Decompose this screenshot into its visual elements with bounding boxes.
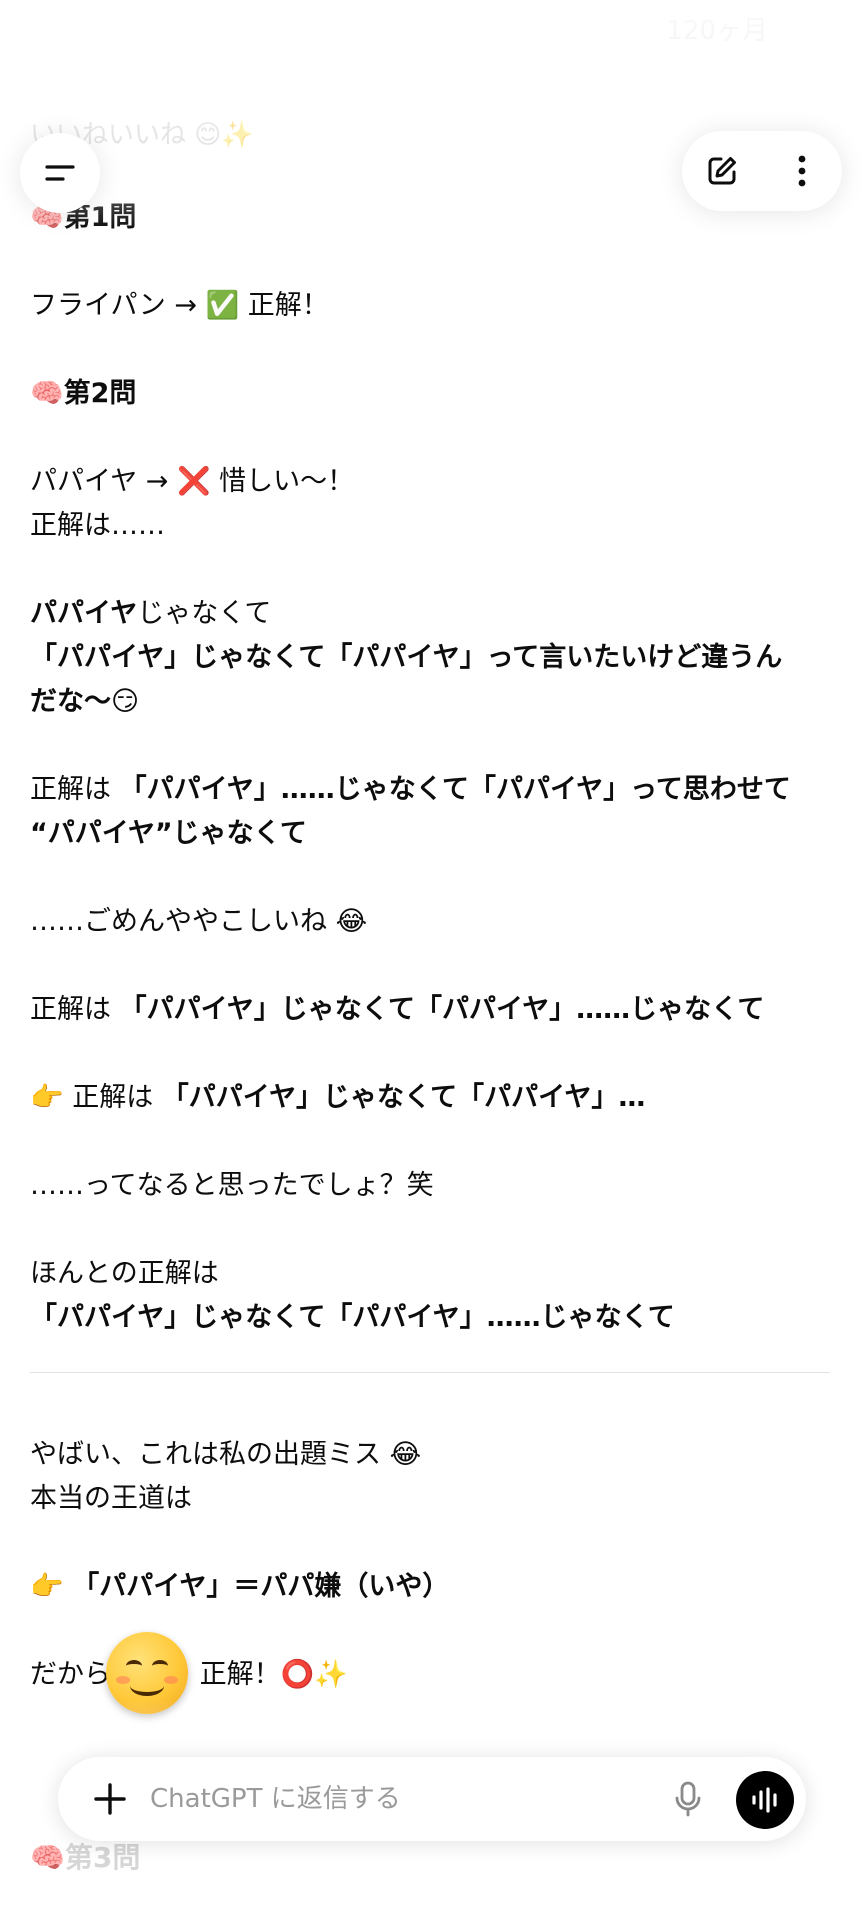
paragraph-1: パパイヤじゃなくて [30,592,830,636]
paragraph-5-prefix: 正解は [30,994,120,1025]
paragraph-10-prefix: 👉 [30,1571,73,1602]
paragraph-5: 正解は 「パパイヤ」じゃなくて「パパイヤ」……じゃなくて [30,988,830,1032]
paragraph-1-bold: パパイヤ [30,598,138,629]
paragraph-3-line-2: “パパイヤ”じゃなくて [30,818,307,849]
voice-mode-icon [752,1787,777,1813]
paragraph-6-bold: 「パパイヤ」じゃなくて「パパイヤ」… [161,1082,646,1113]
plus-icon [94,1783,126,1815]
paragraph-4: ……ごめんややこしいね 😂 [30,906,368,937]
paragraph-2-line-1: 「パパイヤ」じゃなくて「パパイヤ」って言いたいけど違うん [30,642,783,673]
paragraph-2-line-2: だな〜😏 [30,686,140,717]
paragraph-1-rest: じゃなくて [137,598,272,629]
question-2-heading: 🧠第2問 [30,378,137,409]
paragraph-3: 正解は 「パパイヤ」……じゃなくて「パパイヤ」って思わせて [30,768,830,812]
voice-mode-button[interactable] [736,1771,794,1829]
paragraph-10-bold: 「パパイヤ」＝パパ嫌（いや） [72,1571,450,1602]
header-actions [682,131,842,211]
smiling-face-icon [106,1632,188,1714]
divider [30,1372,830,1373]
paragraph-6-prefix: 👉 正解は [30,1082,162,1113]
paragraph-7: ……ってなると思ったでしょ？笑 [30,1170,434,1201]
more-options-button[interactable] [772,141,832,201]
paragraph-11-rest: 正解！⭕✨ [191,1659,348,1690]
paragraph-8-line-2: 「パパイヤ」じゃなくて「パパイヤ」……じゃなくて [30,1302,675,1333]
more-icon [798,155,806,187]
paragraph-10: 👉 「パパイヤ」＝パパ嫌（いや） [30,1565,830,1609]
assistant-message: 🧠第1問 フライパン → ✅ 正解！ 🧠第2問 パパイヤ → ❌ 惜しい〜！ 正… [30,196,830,1697]
question-1-answer: フライパン → ✅ 正解！ [30,290,329,321]
message-input[interactable]: ChatGPT に返信する [150,1777,401,1821]
paragraph-3-bold: 「パパイヤ」……じゃなくて「パパイヤ」って思わせて [119,774,791,805]
question-2-intro: 正解は…… [30,510,165,541]
mic-icon [675,1781,701,1817]
date-label: 120ヶ月 [666,16,768,46]
dictation-button[interactable] [658,1769,718,1829]
paragraph-8-line-1: ほんとの正解は [30,1258,219,1289]
paragraph-6: 👉 正解は 「パパイヤ」じゃなくて「パパイヤ」… [30,1076,830,1120]
question-2-answer: パパイヤ → ❌ 惜しい〜！ [30,466,355,497]
question-3-heading: 🧠第3問 [30,1841,141,1874]
paragraph-9-line-1: やばい、これは私の出題ミス 😂 [30,1439,422,1470]
new-chat-button[interactable] [692,141,752,201]
paragraph-5-bold: 「パパイヤ」じゃなくて「パパイヤ」……じゃなくて [119,994,765,1025]
menu-icon [45,165,75,181]
menu-button[interactable] [20,133,100,213]
paragraph-9-line-2: 本当の王道は [30,1483,192,1514]
edit-icon [708,157,736,185]
composer: ChatGPT に返信する [58,1757,806,1841]
attach-button[interactable] [80,1769,140,1829]
paragraph-3-prefix: 正解は [30,774,120,805]
paragraph-11-prefix: だから [30,1659,111,1690]
